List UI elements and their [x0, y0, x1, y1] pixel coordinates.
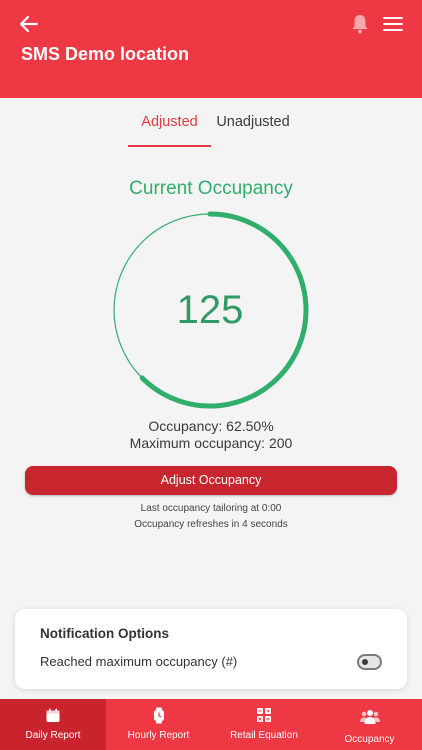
nav-occupancy[interactable]: Occupancy — [317, 699, 422, 750]
occupancy-stats: Occupancy: 62.50% Maximum occupancy: 200 — [0, 418, 422, 452]
max-occupancy-notification-toggle[interactable] — [357, 654, 382, 670]
arrow-left-icon — [19, 15, 39, 33]
nav-hourly-report-label: Hourly Report — [127, 730, 190, 741]
tab-unadjusted[interactable]: Unadjusted — [215, 112, 291, 148]
notification-options-card: Notification Options Reached maximum occ… — [15, 609, 407, 689]
hamburger-menu-icon — [383, 17, 403, 31]
people-icon — [359, 710, 380, 724]
nav-retail-equation[interactable]: Retail Equation — [211, 699, 317, 750]
grid-icon — [257, 708, 271, 722]
toggle-knob — [362, 659, 368, 665]
last-tailoring-text: Last occupancy tailoring at 0:00 — [140, 503, 282, 514]
notifications-button[interactable] — [350, 13, 370, 35]
nav-occupancy-label: Occupancy — [344, 734, 395, 745]
bell-icon — [352, 15, 368, 34]
refresh-info: Last occupancy tailoring at 0:00 Occupan… — [0, 501, 422, 532]
notification-options-title: Notification Options — [40, 626, 169, 641]
nav-retail-equation-label: Retail Equation — [230, 730, 298, 741]
occupancy-percentage: Occupancy: 62.50% — [148, 418, 274, 434]
nav-daily-report[interactable]: Daily Report — [0, 699, 106, 750]
adjust-occupancy-button[interactable]: Adjust Occupancy — [25, 466, 397, 495]
occupancy-tabs: Adjusted Unadjusted — [0, 112, 422, 152]
tab-adjusted[interactable]: Adjusted — [128, 112, 211, 148]
nav-hourly-report[interactable]: Hourly Report — [106, 699, 211, 750]
nav-daily-report-label: Daily Report — [25, 730, 81, 741]
back-button[interactable] — [18, 13, 40, 35]
current-occupancy-value: 125 — [176, 288, 244, 332]
current-occupancy-title: Current Occupancy — [129, 178, 293, 199]
refresh-countdown-text: Occupancy refreshes in 4 seconds — [134, 518, 288, 530]
max-occupancy-notification-label: Reached maximum occupancy (#) — [40, 654, 238, 669]
maximum-occupancy: Maximum occupancy: 200 — [129, 435, 293, 451]
menu-button[interactable] — [381, 13, 405, 35]
active-tab-indicator — [128, 145, 211, 147]
calendar-icon — [46, 708, 60, 722]
app-header: SMS Demo location — [0, 0, 422, 98]
watch-icon — [153, 707, 164, 724]
page-title: SMS Demo location — [21, 44, 190, 64]
bottom-navigation: Daily Report Hourly Report Retail Equati… — [0, 699, 422, 750]
